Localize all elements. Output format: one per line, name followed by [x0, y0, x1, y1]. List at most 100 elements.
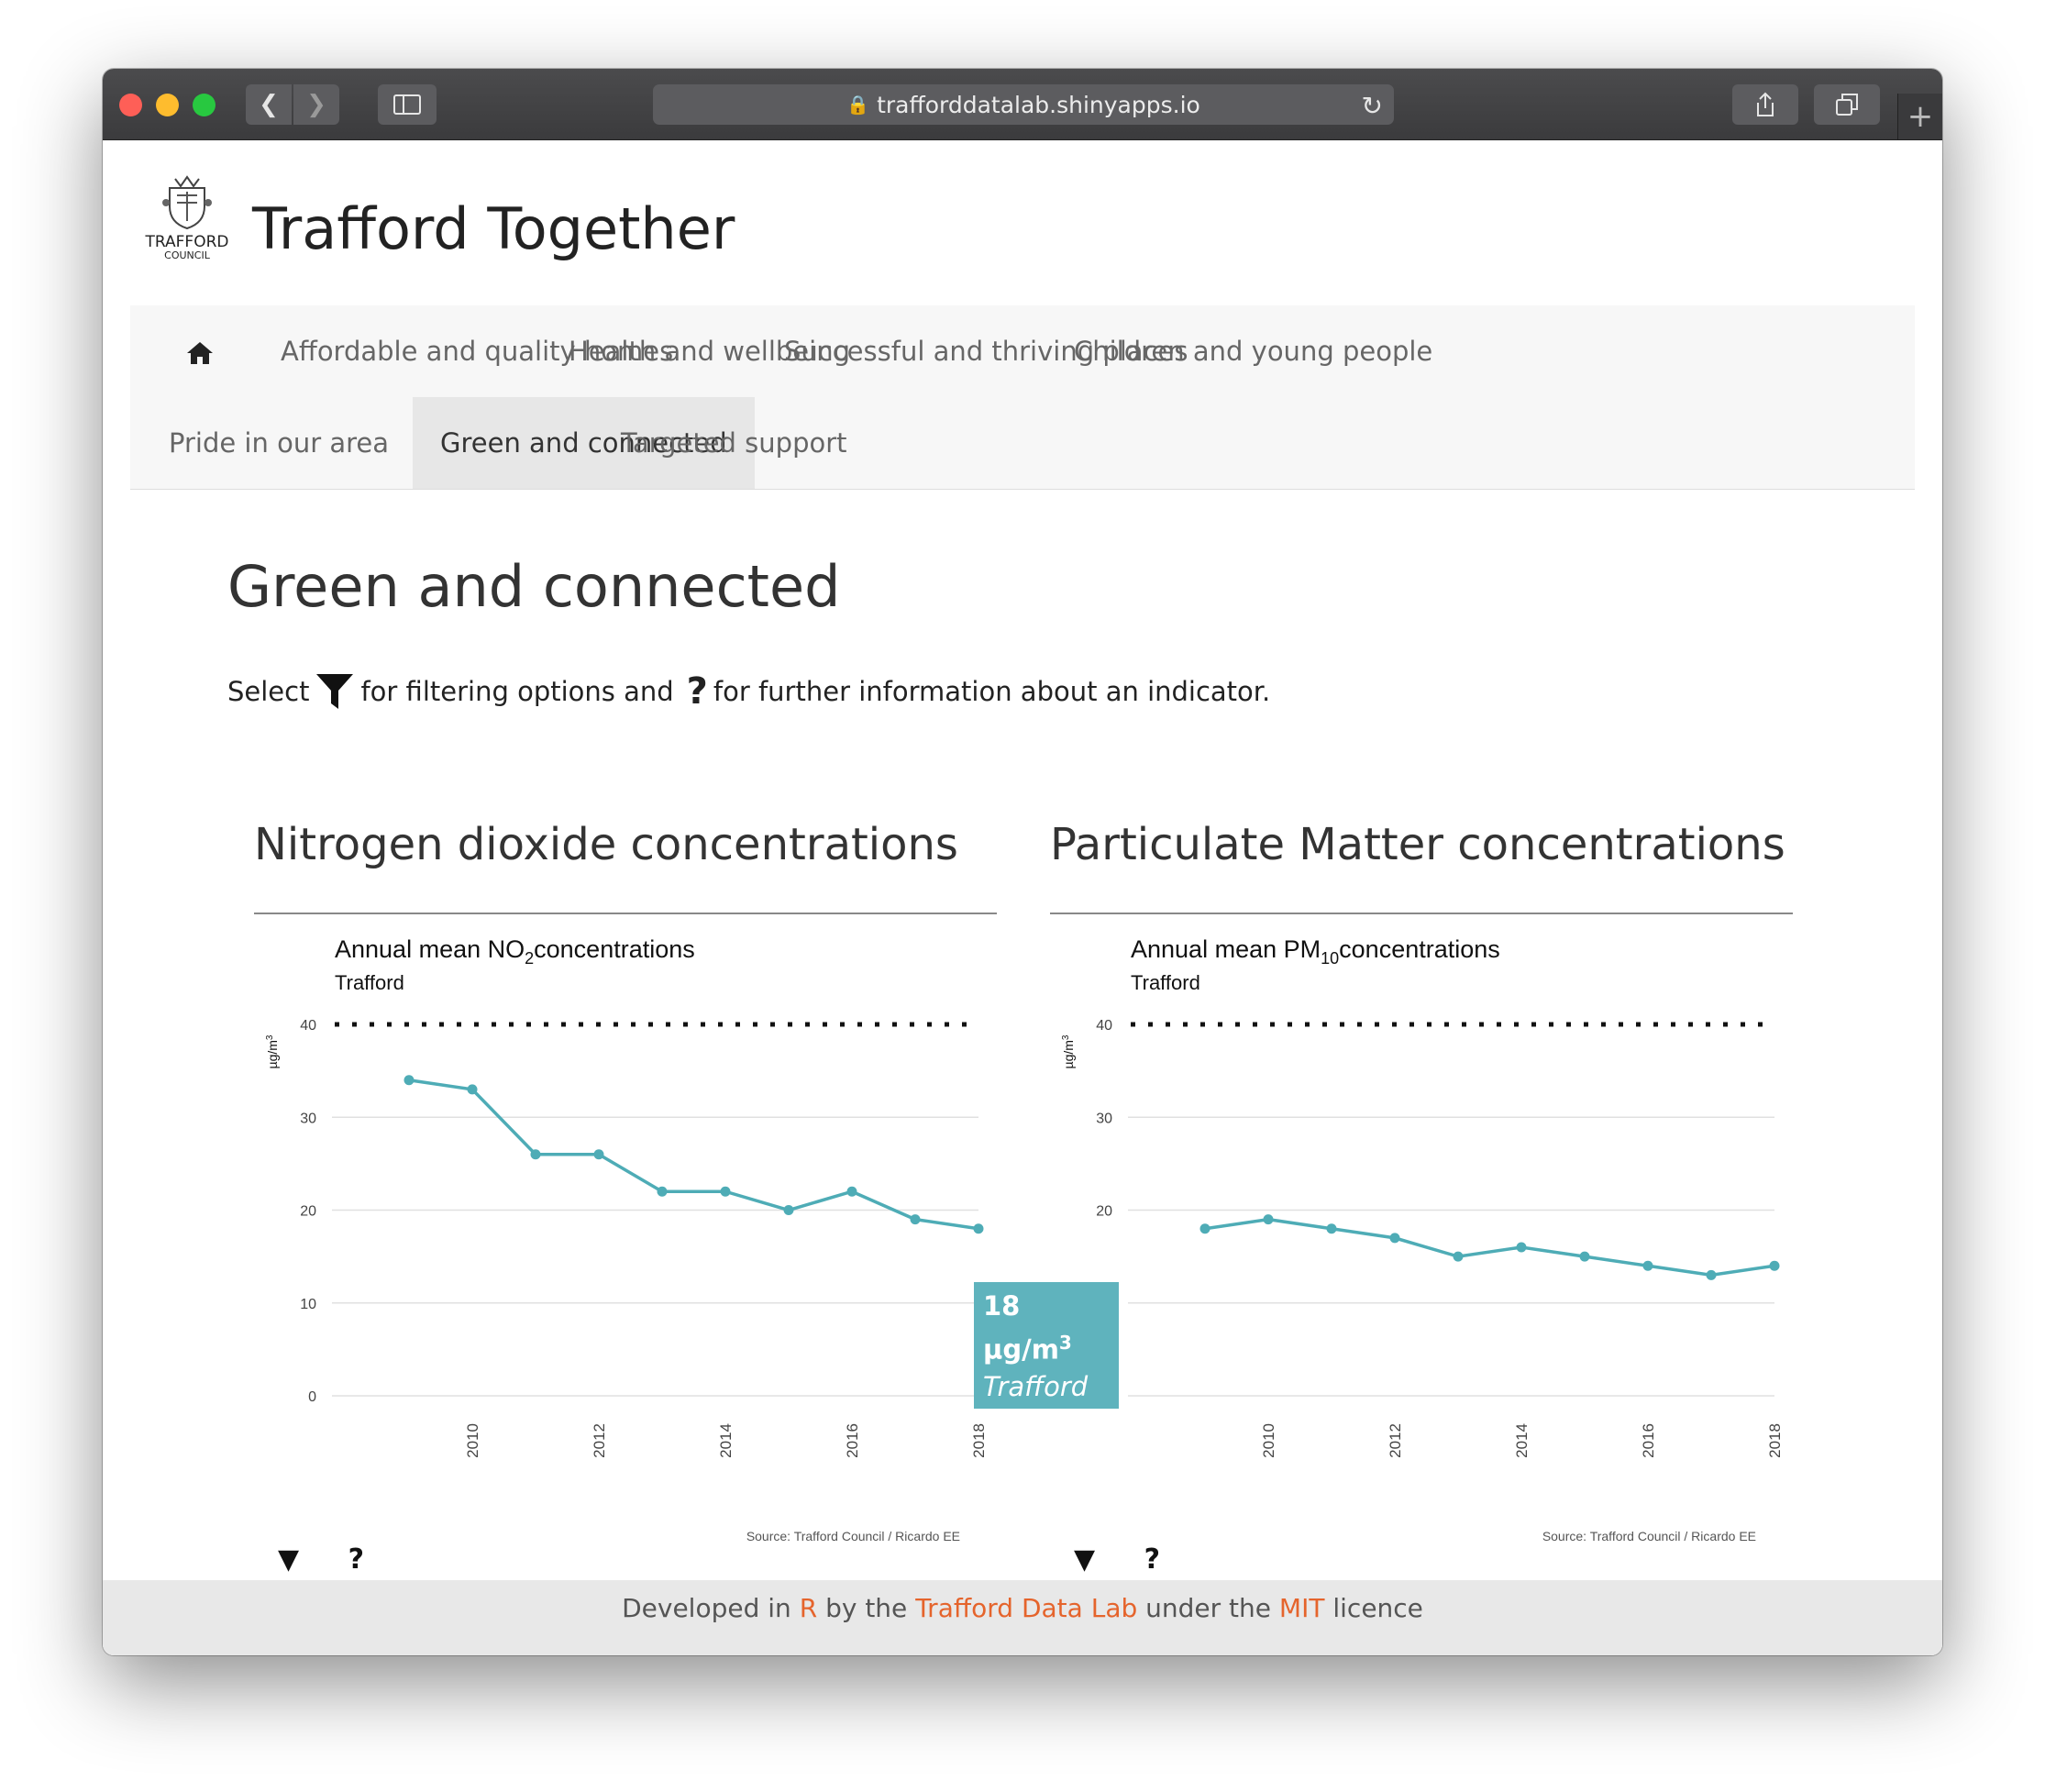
x-tick-label: 2016	[844, 1423, 861, 1458]
chart-title: Annual mean NO2concentrations	[335, 935, 695, 968]
nav-home[interactable]	[185, 305, 215, 397]
panel-heading: Particulate Matter concentrations	[1050, 819, 1785, 870]
filter-icon	[316, 674, 354, 709]
help-button[interactable]: ?	[348, 1543, 364, 1576]
back-button[interactable]: ❮	[246, 84, 292, 125]
y-tick-label: 20	[300, 1204, 316, 1220]
y-axis-label: µg/m3	[265, 1034, 280, 1068]
x-tick-label: 2010	[464, 1423, 481, 1458]
page-title: Green and connected	[227, 553, 841, 620]
chart-caption: Source: Trafford Council / Ricardo EE	[1542, 1529, 1756, 1543]
question-icon: ?	[686, 670, 708, 713]
logo-text-council: COUNCIL	[164, 249, 210, 261]
url-text: trafforddatalab.shinyapps.io	[877, 91, 1200, 118]
panel-nitrogen-dioxide: Nitrogen dioxide concentrations Annual m…	[254, 819, 997, 1576]
nav-targeted-support[interactable]: Targeted support	[621, 397, 847, 489]
chart-tooltip: 18 µg/m3 Trafford 2018	[974, 1282, 1119, 1439]
tooltip-value: 18 µg/m3	[983, 1290, 1072, 1366]
crest-icon	[162, 175, 212, 230]
app-title: Trafford Together	[252, 195, 735, 262]
filter-button[interactable]: ▼	[278, 1543, 299, 1576]
footer-text: Developed in	[622, 1593, 791, 1623]
series-line	[408, 1079, 979, 1231]
browser-window: ❮ ❯ 🔒 trafforddatalab.shinyapps.io ↻ + T…	[103, 69, 1942, 1655]
data-point	[910, 1214, 921, 1225]
home-icon	[187, 342, 213, 364]
y-tick-label: 30	[300, 1111, 316, 1126]
panel-heading: Nitrogen dioxide concentrations	[254, 819, 958, 870]
instruction-part-3: for further information about an indicat…	[713, 676, 1271, 707]
nav-pride-in-area[interactable]: Pride in our area	[169, 397, 389, 489]
minimize-window-button[interactable]	[156, 94, 179, 116]
y-tick-label: 40	[1096, 1018, 1112, 1034]
data-point	[657, 1186, 668, 1197]
panel-particulate-matter: Particulate Matter concentrations Annual…	[1050, 819, 1793, 1576]
zoom-window-button[interactable]	[193, 94, 216, 116]
footer-text: licence	[1332, 1593, 1423, 1623]
data-point	[1706, 1269, 1717, 1280]
chart-subtitle: Trafford	[1131, 971, 1200, 994]
trafford-council-logo[interactable]: TRAFFORD COUNCIL	[139, 175, 235, 267]
nav-children-young-people[interactable]: Children and young people	[1074, 305, 1432, 397]
chart-caption: Source: Trafford Council / Ricardo EE	[746, 1529, 960, 1543]
browser-toolbar: ❮ ❯ 🔒 trafforddatalab.shinyapps.io ↻ +	[103, 69, 1942, 140]
footer-text: under the	[1145, 1593, 1272, 1623]
y-tick-label: 10	[300, 1297, 316, 1312]
tabs-overview-button[interactable]	[1814, 84, 1880, 125]
footer-link-data-lab[interactable]: Trafford Data Lab	[915, 1593, 1137, 1623]
data-point	[973, 1223, 984, 1234]
data-point	[1453, 1251, 1464, 1262]
forward-button[interactable]: ❯	[293, 84, 339, 125]
data-point	[1769, 1260, 1780, 1271]
footer-link-mit[interactable]: MIT	[1279, 1593, 1325, 1623]
tabs-icon	[1836, 94, 1858, 116]
instruction-part-2: for filtering options and	[360, 676, 674, 707]
sidebar-icon	[393, 94, 421, 115]
series-line	[1204, 1217, 1775, 1278]
data-point	[1642, 1260, 1653, 1271]
x-tick-label: 2010	[1260, 1423, 1277, 1458]
data-point	[1579, 1251, 1590, 1262]
pm10-chart: Annual mean PM10concentrations Trafford µg…	[1061, 935, 1784, 1543]
page-footer: Developed in R by the Trafford Data Lab …	[103, 1580, 1942, 1655]
close-window-button[interactable]	[119, 94, 142, 116]
data-point	[1263, 1214, 1274, 1225]
panel-controls: ▼ ?	[278, 1543, 404, 1576]
data-point	[1389, 1233, 1400, 1244]
chevron-right-icon: ❯	[306, 91, 326, 118]
x-tick-label: 2012	[1387, 1423, 1404, 1458]
data-point	[846, 1186, 857, 1197]
filter-button[interactable]: ▼	[1074, 1543, 1095, 1576]
y-axis-label: µg/m3	[1061, 1034, 1076, 1068]
data-point	[467, 1084, 478, 1095]
y-tick-label: 30	[1096, 1111, 1112, 1126]
data-point	[783, 1205, 794, 1215]
share-icon	[1757, 92, 1774, 116]
chart-subtitle: Trafford	[335, 971, 404, 994]
x-tick-label: 2018	[1766, 1423, 1784, 1458]
help-button[interactable]: ?	[1144, 1543, 1160, 1576]
data-point	[1199, 1223, 1210, 1234]
data-point	[1516, 1242, 1527, 1253]
x-tick-label: 2014	[1513, 1423, 1531, 1458]
address-bar[interactable]: 🔒 trafforddatalab.shinyapps.io ↻	[653, 84, 1394, 125]
sidebar-button[interactable]	[378, 84, 437, 125]
footer-link-r[interactable]: R	[800, 1593, 817, 1623]
x-tick-label: 2016	[1640, 1423, 1657, 1458]
chevron-left-icon: ❮	[259, 91, 279, 118]
instruction-text: Select for filtering options and ? for f…	[227, 670, 1270, 713]
lock-icon: 🔒	[846, 94, 870, 116]
data-point	[530, 1149, 541, 1160]
x-tick-label: 2012	[591, 1423, 608, 1458]
reload-icon[interactable]: ↻	[1362, 91, 1383, 121]
x-tick-label: 2014	[717, 1423, 735, 1458]
data-point	[403, 1075, 415, 1086]
logo-text-trafford: TRAFFORD	[145, 233, 229, 251]
share-button[interactable]	[1732, 84, 1798, 125]
new-tab-button[interactable]: +	[1897, 94, 1942, 139]
y-tick-label: 40	[300, 1018, 316, 1034]
no2-chart: Annual mean NO2concentrations Trafford µg/…	[265, 935, 988, 1543]
chart-title: Annual mean PM10concentrations	[1131, 935, 1500, 968]
instruction-part-1: Select	[227, 676, 310, 707]
data-point	[720, 1186, 731, 1197]
